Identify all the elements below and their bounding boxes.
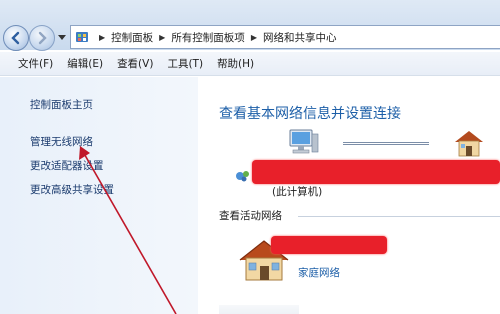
menu-view[interactable]: 查看(V) xyxy=(110,56,160,71)
menu-tools[interactable]: 工具(T) xyxy=(160,56,210,71)
sidebar: 控制面板主页 管理无线网络 更改适配器设置 更改高级共享设置 xyxy=(0,77,198,314)
this-computer-label: (此计算机) xyxy=(272,186,323,198)
network-small-icon xyxy=(236,171,249,182)
recent-pages-dropdown[interactable] xyxy=(58,34,66,42)
breadcrumb-separator: ▶ xyxy=(250,32,257,42)
page-title: 查看基本网络信息并设置连接 xyxy=(219,106,401,122)
breadcrumb-item[interactable]: 控制面板 xyxy=(111,30,153,45)
breadcrumb-item[interactable]: 网络和共享中心 xyxy=(263,30,337,45)
sidebar-link-manage-wireless[interactable]: 管理无线网络 xyxy=(30,134,93,149)
sidebar-link-control-panel-home[interactable]: 控制面板主页 xyxy=(30,97,93,112)
network-type-link[interactable]: 家庭网络 xyxy=(298,265,340,280)
home-network-icon[interactable] xyxy=(452,128,486,158)
back-button[interactable] xyxy=(3,25,29,51)
sidebar-link-adapter-settings[interactable]: 更改适配器设置 xyxy=(30,158,104,173)
address-bar[interactable]: ▶ 控制面板 ▶ 所有控制面板项 ▶ 网络和共享中心 xyxy=(70,25,500,49)
redacted-area xyxy=(271,236,387,254)
redacted-area xyxy=(252,160,500,184)
chevron-down-icon xyxy=(58,35,66,40)
forward-button[interactable] xyxy=(29,25,55,51)
breadcrumb-separator: ▶ xyxy=(99,32,106,42)
navigation-bar: ▶ 控制面板 ▶ 所有控制面板项 ▶ 网络和共享中心 xyxy=(0,0,500,51)
back-arrow-icon xyxy=(11,31,20,45)
sidebar-link-advanced-sharing[interactable]: 更改高级共享设置 xyxy=(30,182,114,197)
forward-arrow-icon xyxy=(38,31,47,45)
active-networks-heading: 查看活动网络 xyxy=(219,210,282,222)
breadcrumb-item[interactable]: 所有控制面板项 xyxy=(171,30,245,45)
computer-icon xyxy=(289,129,319,154)
menu-file[interactable]: 文件(F) xyxy=(0,56,60,71)
section-divider xyxy=(298,216,500,217)
control-panel-icon xyxy=(76,32,88,42)
breadcrumb-separator: ▶ xyxy=(159,32,166,42)
menu-edit[interactable]: 编辑(E) xyxy=(60,56,110,71)
menu-bar: 文件(F) 编辑(E) 查看(V) 工具(T) 帮助(H) xyxy=(0,52,500,76)
faded-text xyxy=(219,305,299,314)
connection-line xyxy=(343,142,429,145)
menu-help[interactable]: 帮助(H) xyxy=(210,56,261,71)
